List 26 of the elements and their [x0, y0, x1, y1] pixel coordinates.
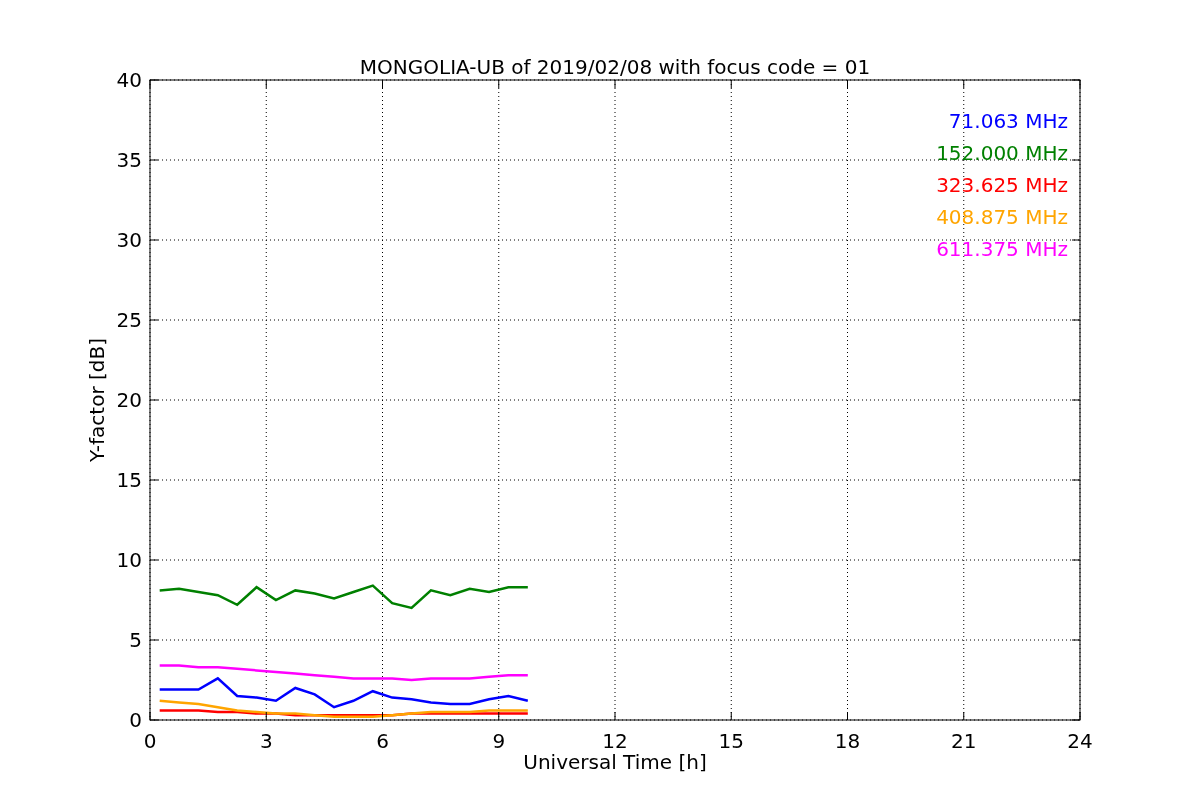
tick-label: 0: [129, 708, 142, 732]
tick-label: 25: [116, 308, 142, 332]
legend-label: 323.625 MHz: [936, 173, 1068, 197]
tick-label: 6: [376, 729, 389, 753]
tick-label: 21: [951, 729, 977, 753]
tick-label: 15: [718, 729, 744, 753]
tick-label: 40: [116, 68, 142, 92]
legend-label: 152.000 MHz: [936, 141, 1068, 165]
tick-label: 3: [259, 729, 273, 753]
axis-label: Universal Time [h]: [523, 750, 707, 774]
tick-label: 10: [116, 548, 142, 572]
legend-label: 408.875 MHz: [936, 205, 1068, 229]
tick-label: 5: [129, 628, 142, 652]
tick-label: 24: [1067, 729, 1093, 753]
axis-label: Y-factor [dB]: [85, 338, 109, 462]
tick-label: 0: [143, 729, 157, 753]
tick-label: 15: [116, 468, 142, 492]
tick-label: 30: [116, 228, 142, 252]
legend-label: 611.375 MHz: [936, 237, 1068, 261]
tick-label: 12: [602, 729, 628, 753]
chart-title: MONGOLIA-UB of 2019/02/08 with focus code = 01: [359, 55, 871, 79]
tick-label: 35: [116, 148, 142, 172]
tick-label: 18: [834, 729, 861, 753]
tick-label: 20: [116, 388, 142, 412]
legend-label: 71.063 MHz: [948, 109, 1068, 133]
tick-label: 9: [492, 729, 506, 753]
